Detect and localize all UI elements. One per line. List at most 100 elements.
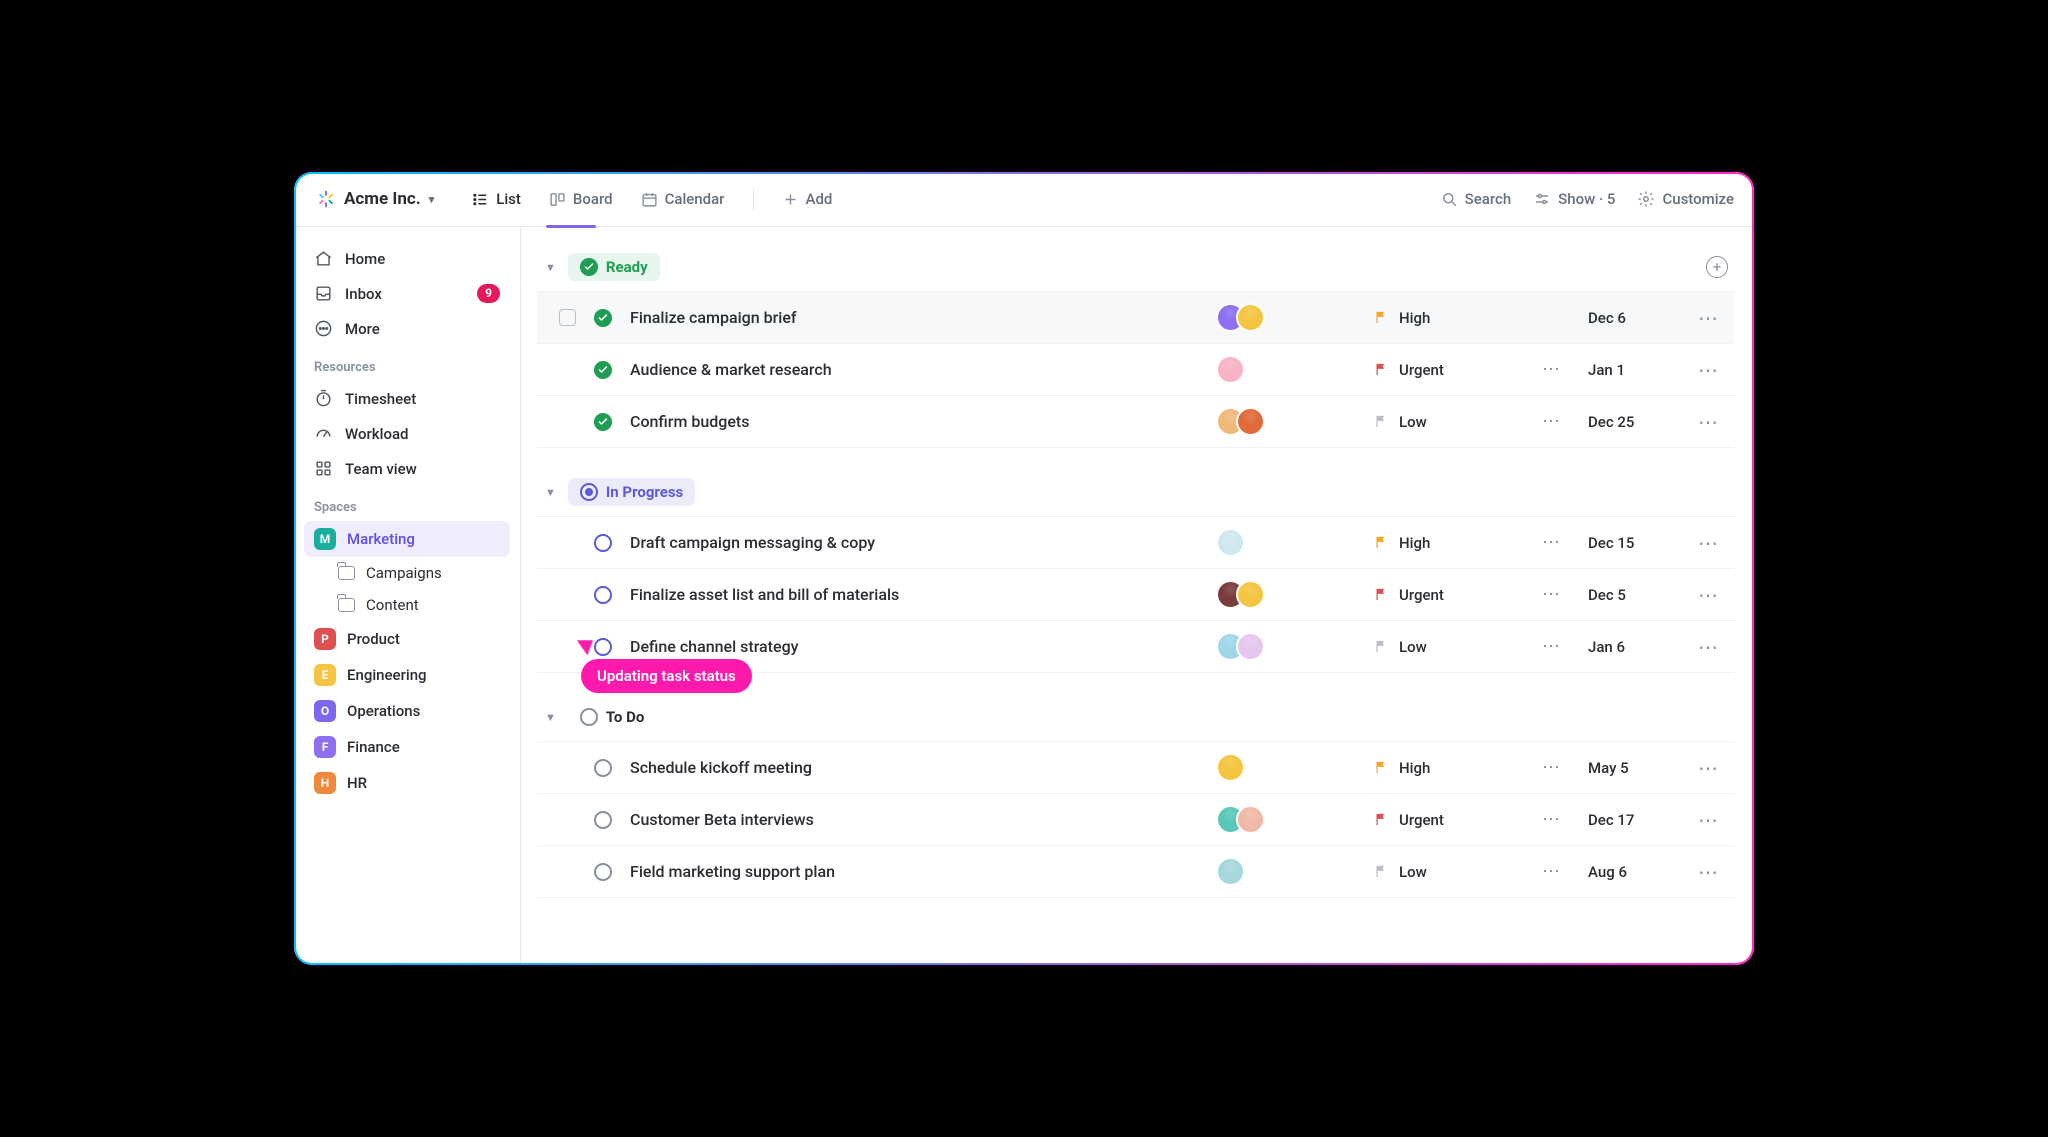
priority-cell[interactable]: Urgent [1374,361,1514,379]
assignee-stack[interactable] [1216,528,1356,557]
assignee-stack[interactable] [1216,355,1356,384]
group-collapse-toggle[interactable]: ▼ [545,486,556,499]
sub-menu-button[interactable]: ⋯ [1532,863,1570,881]
priority-cell[interactable]: Low [1374,413,1514,431]
task-row[interactable]: Confirm budgets Low ⋯ Dec 25 ⋯ [537,396,1734,448]
priority-cell[interactable]: Low [1374,638,1514,656]
nav-more[interactable]: More [304,311,510,346]
task-row[interactable]: Customer Beta interviews Urgent ⋯ Dec 17… [537,794,1734,846]
task-status-icon[interactable] [594,811,612,829]
add-task-button[interactable]: + [1706,256,1728,278]
sub-menu-button[interactable]: ⋯ [1532,361,1570,379]
task-checkbox[interactable] [559,309,576,326]
task-row[interactable]: Schedule kickoff meeting High ⋯ May 5 ⋯ [537,741,1734,794]
status-pill[interactable]: In Progress [568,478,695,506]
nav-home[interactable]: Home [304,241,510,276]
status-pill[interactable]: To Do [568,703,656,731]
row-menu-button[interactable]: ⋯ [1692,585,1724,605]
assignee-stack[interactable] [1216,805,1356,834]
space-product[interactable]: PProduct [304,621,510,657]
sub-menu-button[interactable]: ⋯ [1532,534,1570,552]
nav-workload-label: Workload [345,425,409,443]
row-menu-button[interactable]: ⋯ [1692,758,1724,778]
priority-cell[interactable]: Low [1374,863,1514,881]
folder-campaigns[interactable]: Campaigns [304,557,510,589]
group-collapse-toggle[interactable]: ▼ [545,711,556,724]
search-button[interactable]: Search [1440,190,1512,208]
space-badge: P [314,628,336,650]
nav-timesheet[interactable]: Timesheet [304,381,510,416]
task-status-icon[interactable] [594,863,612,881]
assignee-stack[interactable] [1216,857,1356,886]
row-menu-button[interactable]: ⋯ [1692,862,1724,882]
view-board[interactable]: Board [549,190,613,208]
view-calendar[interactable]: Calendar [641,190,725,208]
show-button[interactable]: Show · 5 [1533,190,1615,208]
task-status-icon[interactable] [594,586,612,604]
task-row[interactable]: Finalize asset list and bill of material… [537,569,1734,621]
space-marketing[interactable]: M Marketing [304,521,510,557]
due-date[interactable]: Dec 25 [1588,413,1674,431]
priority-label: High [1399,759,1430,777]
due-date[interactable]: Dec 5 [1588,586,1674,604]
sub-menu-button[interactable]: ⋯ [1532,811,1570,829]
sub-menu-button[interactable]: ⋯ [1532,413,1570,431]
due-date[interactable]: Aug 6 [1588,863,1674,881]
priority-cell[interactable]: High [1374,534,1514,552]
row-menu-button[interactable]: ⋯ [1692,360,1724,380]
due-date[interactable]: Dec 15 [1588,534,1674,552]
priority-cell[interactable]: High [1374,759,1514,777]
task-status-icon[interactable] [594,534,612,552]
task-status-icon[interactable] [594,638,612,656]
task-title: Define channel strategy [630,637,1198,656]
task-row[interactable]: Define channel strategy Low ⋯ Jan 6 ⋯ [537,621,1734,673]
space-engineering[interactable]: EEngineering [304,657,510,693]
assignee-stack[interactable] [1216,580,1356,609]
assignee-stack[interactable] [1216,303,1356,332]
nav-workload[interactable]: Workload [304,416,510,451]
assignee-stack[interactable] [1216,632,1356,661]
row-menu-button[interactable]: ⋯ [1692,533,1724,553]
assignee-stack[interactable] [1216,753,1356,782]
view-add[interactable]: Add [782,190,833,208]
task-row[interactable]: Audience & market research Urgent ⋯ Jan … [537,344,1734,396]
task-row[interactable]: Draft campaign messaging & copy High ⋯ D… [537,516,1734,569]
space-badge: M [314,528,336,550]
sub-menu-button[interactable]: ⋯ [1532,759,1570,777]
priority-cell[interactable]: High [1374,309,1514,327]
sub-menu-button[interactable]: ⋯ [1532,638,1570,656]
due-date[interactable]: Dec 17 [1588,811,1674,829]
workspace-switcher[interactable]: Acme Inc. ▾ [316,189,434,209]
space-operations[interactable]: OOperations [304,693,510,729]
due-date[interactable]: Jan 6 [1588,638,1674,656]
space-finance[interactable]: FFinance [304,729,510,765]
due-date[interactable]: May 5 [1588,759,1674,777]
row-menu-button[interactable]: ⋯ [1692,810,1724,830]
priority-label: Low [1399,863,1427,881]
due-date[interactable]: Dec 6 [1588,309,1674,327]
due-date[interactable]: Jan 1 [1588,361,1674,379]
assignee-stack[interactable] [1216,407,1356,436]
row-menu-button[interactable]: ⋯ [1692,412,1724,432]
status-pill[interactable]: Ready [568,253,660,281]
space-hr[interactable]: HHR [304,765,510,801]
sub-menu-button[interactable]: ⋯ [1532,586,1570,604]
row-menu-button[interactable]: ⋯ [1692,308,1724,328]
status-label: To Do [606,708,644,726]
priority-cell[interactable]: Urgent [1374,811,1514,829]
customize-button[interactable]: Customize [1637,190,1734,208]
row-menu-button[interactable]: ⋯ [1692,637,1724,657]
nav-inbox[interactable]: Inbox 9 [304,276,510,311]
task-status-icon[interactable] [594,759,612,777]
view-list[interactable]: List [472,190,521,208]
nav-teamview[interactable]: Team view [304,451,510,486]
avatar [1216,528,1245,557]
task-status-icon[interactable] [594,413,612,431]
folder-content[interactable]: Content [304,589,510,621]
task-row[interactable]: Finalize campaign brief High Dec 6 ⋯ [537,291,1734,344]
task-status-icon[interactable] [594,309,612,327]
priority-cell[interactable]: Urgent [1374,586,1514,604]
task-row[interactable]: Field marketing support plan Low ⋯ Aug 6… [537,846,1734,898]
group-collapse-toggle[interactable]: ▼ [545,261,556,274]
task-status-icon[interactable] [594,361,612,379]
